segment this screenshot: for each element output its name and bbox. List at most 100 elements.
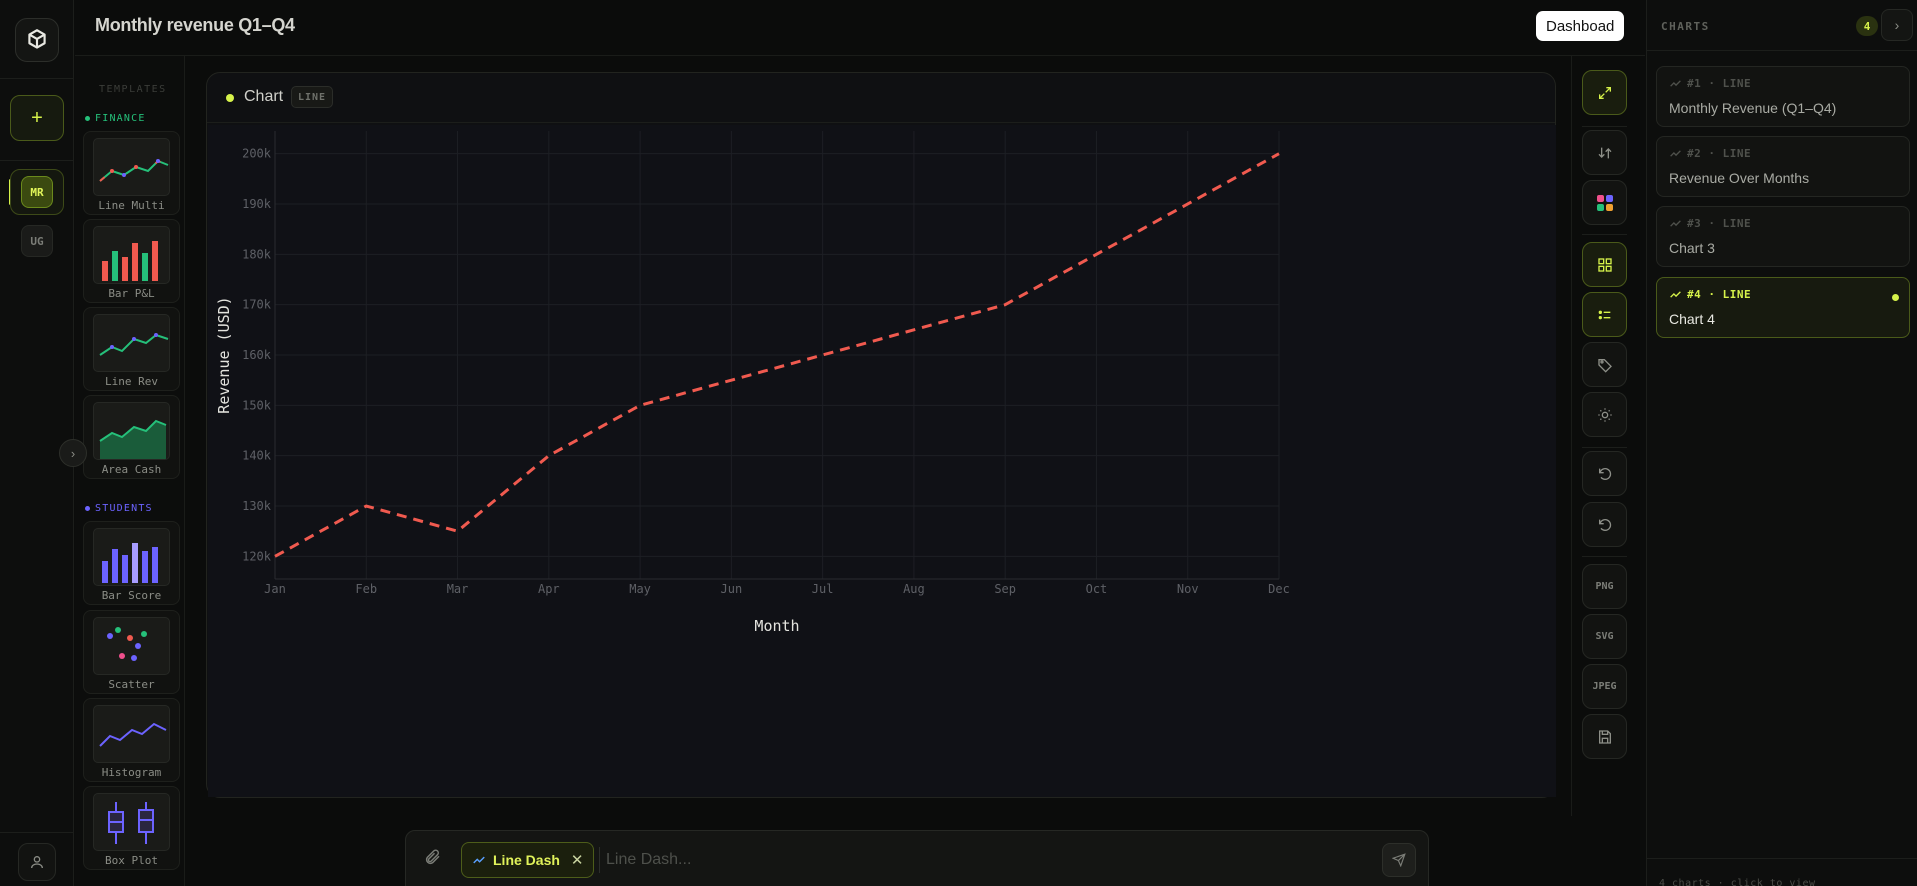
active-chart-dot [1892, 294, 1899, 301]
send-button[interactable] [1382, 843, 1416, 877]
template-thumbnail [93, 138, 170, 196]
prompt-divider [599, 847, 600, 873]
template-scatter[interactable]: Scatter [83, 610, 180, 694]
chart-panel-header: Chart LINE [207, 73, 1555, 123]
group-label-students: STUDENTS [85, 503, 153, 514]
template-chip[interactable]: Line Dash ✕ [461, 842, 595, 878]
chart-item-meta-text: #1 · LINE [1687, 77, 1752, 90]
legend-toggle-button[interactable] [1582, 292, 1627, 337]
attach-button[interactable] [424, 848, 442, 871]
user-profile-button[interactable] [18, 843, 56, 881]
chart-item-name: Revenue Over Months [1669, 170, 1810, 186]
template-line-multi[interactable]: Line Multi [83, 131, 180, 215]
dashboard-button[interactable]: Dashboad [1536, 11, 1625, 41]
chart-list-item-4[interactable]: #4 · LINE Chart 4 [1656, 277, 1910, 338]
close-icon[interactable]: ✕ [571, 851, 584, 869]
y-tick-label: 160k [242, 348, 272, 362]
tag-icon [1597, 358, 1612, 373]
x-tick-label: Aug [903, 582, 925, 596]
send-icon [1392, 853, 1406, 867]
export-png-button[interactable]: PNG [1582, 564, 1627, 609]
template-thumbnail [93, 705, 170, 763]
grid-toggle-button[interactable] [1582, 242, 1627, 287]
tools-divider [1582, 447, 1627, 448]
reset-button[interactable] [1582, 502, 1627, 547]
tools-column: PNG SVG JPEG [1571, 56, 1645, 816]
template-bar-pl[interactable]: Bar P&L [83, 219, 180, 303]
charts-sidebar-footer: 4 charts · click to view [1659, 878, 1816, 886]
chart-list-item-2[interactable]: #2 · LINE Revenue Over Months [1656, 136, 1910, 197]
template-histogram[interactable]: Histogram [83, 698, 180, 782]
template-thumbnail [93, 528, 170, 586]
y-tick-label: 130k [242, 499, 272, 513]
project-item-ug[interactable]: UG [10, 218, 64, 264]
labels-button[interactable] [1582, 342, 1627, 387]
sidebar-divider [1647, 858, 1917, 859]
y-tick-label: 190k [242, 197, 272, 211]
x-tick-label: Jan [264, 582, 286, 596]
undo-button[interactable] [1582, 451, 1627, 496]
top-header: Monthly revenue Q1–Q4 Dashboad [75, 0, 1645, 56]
user-icon [31, 856, 43, 869]
template-name: Bar Score [101, 589, 162, 602]
charts-next-button[interactable]: › [1881, 9, 1913, 41]
sidebar-divider [1647, 50, 1917, 51]
export-svg-button[interactable]: SVG [1582, 614, 1627, 659]
palette-button[interactable] [1582, 180, 1627, 225]
swap-icon [1598, 147, 1611, 158]
line-chart-icon [1670, 220, 1681, 227]
chart-item-meta-text: #4 · LINE [1687, 288, 1752, 301]
export-jpeg-button[interactable]: JPEG [1582, 664, 1627, 709]
chart-panel: Chart LINE 120k 130k 140k 150k 160k 170k 180k 1… [206, 72, 1556, 798]
chart-item-name: Monthly Revenue (Q1–Q4) [1669, 100, 1837, 116]
line-chart-icon [1670, 80, 1681, 87]
y-tick-label: 200k [242, 147, 272, 161]
export-jpeg-label: JPEG [1592, 681, 1617, 692]
expand-templates-button[interactable]: › [59, 439, 87, 467]
group-dot [85, 506, 90, 511]
x-tick-label: Apr [538, 582, 560, 596]
x-tick-label: Dec [1268, 582, 1290, 596]
chart-panel-label: Chart [244, 88, 284, 105]
chart-list-item-1[interactable]: #1 · LINE Monthly Revenue (Q1–Q4) [1656, 66, 1910, 127]
template-thumbnail [93, 617, 170, 675]
rail-divider [0, 832, 74, 833]
project-item-mr[interactable]: MR [10, 169, 64, 215]
tools-divider [1582, 556, 1627, 557]
paperclip-icon [425, 849, 440, 865]
project-chip: UG [21, 225, 53, 257]
rail-divider [0, 78, 74, 79]
sun-icon [1597, 407, 1612, 422]
template-name: Scatter [108, 678, 155, 691]
undo-icon [1598, 467, 1611, 480]
template-bar-score[interactable]: Bar Score [83, 521, 180, 605]
app-logo[interactable] [15, 18, 59, 62]
charts-sidebar-title: CHARTS [1661, 20, 1710, 33]
save-button[interactable] [1582, 714, 1627, 759]
line-chart-icon [1670, 150, 1681, 157]
y-axis-title: Revenue (USD) [215, 296, 233, 413]
template-area-cash[interactable]: Area Cash [83, 395, 180, 479]
prompt-input[interactable] [606, 844, 1186, 876]
chart-item-meta: #3 · LINE [1669, 217, 1751, 230]
template-line-rev[interactable]: Line Rev [83, 307, 180, 391]
theme-button[interactable] [1582, 392, 1627, 437]
template-name: Line Rev [105, 375, 158, 388]
plot-area: 120k 130k 140k 150k 160k 170k 180k 190k 200k Jan F… [207, 125, 1557, 797]
project-chip: MR [21, 176, 53, 208]
chart-item-meta-text: #3 · LINE [1687, 217, 1752, 230]
swap-axes-button[interactable] [1582, 130, 1627, 175]
chart-list-item-3[interactable]: #3 · LINE Chart 3 [1656, 206, 1910, 267]
new-project-button[interactable]: + [10, 95, 64, 141]
reset-icon [1598, 518, 1611, 531]
chart-item-name: Chart 3 [1669, 240, 1715, 256]
plot-background [208, 125, 1556, 797]
template-box-plot[interactable]: Box Plot [83, 786, 180, 870]
group-label-text: STUDENTS [95, 503, 153, 514]
grid-icon [1597, 257, 1612, 272]
chart-item-meta: #4 · LINE [1669, 288, 1751, 301]
fullscreen-button[interactable] [1582, 70, 1627, 115]
group-label-text: FINANCE [95, 113, 146, 124]
line-chart: 120k 130k 140k 150k 160k 170k 180k 190k 200k Jan F… [208, 125, 1556, 797]
chart-item-meta: #1 · LINE [1669, 77, 1751, 90]
